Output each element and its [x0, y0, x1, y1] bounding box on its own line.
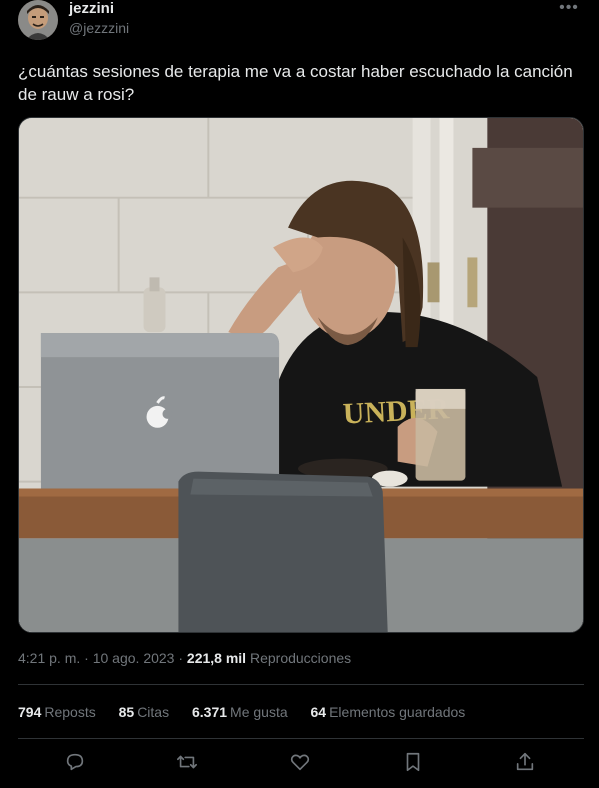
reposts-count: 794 — [18, 704, 42, 720]
author-name[interactable]: jezzini — [69, 0, 114, 17]
quotes-count: 85 — [118, 704, 135, 720]
tweet-date[interactable]: 10 ago. 2023 — [93, 650, 175, 666]
bookmark-button[interactable] — [399, 748, 427, 776]
repost-icon — [177, 755, 197, 769]
tweet-media[interactable]: UNDER — [18, 117, 584, 633]
reposts-stat[interactable]: 794 Reposts — [18, 704, 96, 720]
reposts-label: Reposts — [44, 704, 96, 720]
author-handle[interactable]: @jezzzini — [69, 20, 129, 36]
author-avatar[interactable] — [18, 0, 58, 40]
meta-separator: · — [84, 650, 89, 666]
views-label: Reproducciones — [249, 650, 352, 666]
divider — [18, 684, 584, 685]
avatar-image — [18, 0, 58, 40]
likes-label: Me gusta — [230, 704, 288, 720]
meta-separator: · — [178, 650, 184, 666]
like-button[interactable] — [286, 748, 314, 776]
tweet-text: ¿cuántas sesiones de terapia me va a cos… — [18, 62, 573, 104]
ellipsis-icon[interactable]: ••• — [557, 0, 581, 22]
tweet-meta: 4:21 p. m. · 10 ago. 2023 · 221,8 mil Re… — [18, 650, 351, 666]
like-icon — [290, 754, 310, 771]
likes-stat[interactable]: 6.371 Me gusta — [192, 704, 288, 720]
likes-count: 6.371 — [191, 704, 228, 720]
bookmarks-label: Elementos guardados — [329, 704, 466, 720]
reply-icon — [66, 753, 84, 771]
quotes-stat[interactable]: 85 Citas — [119, 704, 169, 720]
bookmarks-count: 64 — [310, 704, 327, 720]
share-icon — [516, 752, 534, 771]
divider — [18, 738, 584, 739]
action-bar — [18, 748, 584, 778]
bookmark-icon — [406, 752, 420, 772]
share-button[interactable] — [511, 748, 539, 776]
photo-man-laptop-frustrated: UNDER — [19, 118, 583, 632]
quotes-label: Citas — [137, 704, 170, 720]
repost-button[interactable] — [173, 748, 201, 776]
views-count: 221,8 mil — [186, 650, 247, 666]
tweet-time[interactable]: 4:21 p. m. — [18, 650, 80, 666]
reply-button[interactable] — [61, 748, 89, 776]
engagement-stats: 794 Reposts 85 Citas 6.371 Me gusta 64 Eleme… — [18, 704, 484, 720]
bookmarks-stat[interactable]: 64 Elementos guardados — [311, 704, 466, 720]
tweet-header: jezzini @jezzzini ••• — [18, 0, 581, 44]
